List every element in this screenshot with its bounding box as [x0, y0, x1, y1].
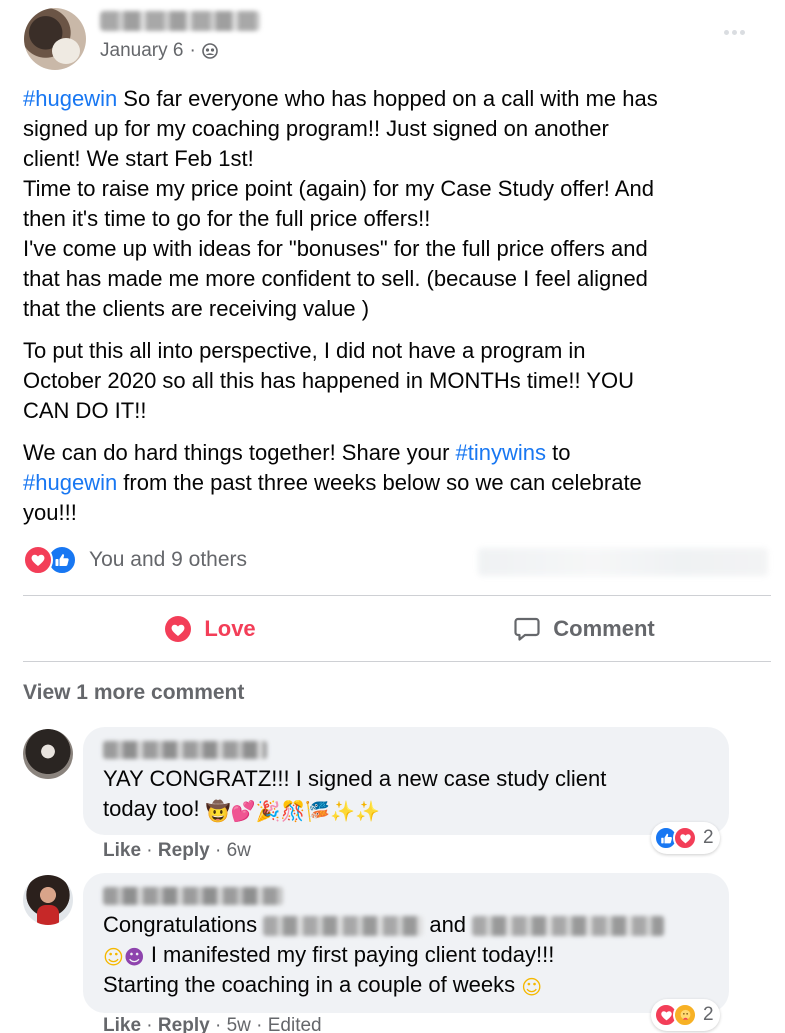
commenter-avatar[interactable] [23, 729, 73, 779]
comment-like-link[interactable]: Like [103, 1015, 141, 1033]
comment-reaction-count: 2 [703, 1004, 714, 1025]
mention-redacted[interactable] [263, 916, 424, 937]
comment-meta: Like · Reply · 6w [103, 840, 251, 861]
comment-label: Comment [553, 616, 655, 641]
comment-reaction-count: 2 [703, 827, 714, 848]
meta-separator: · [189, 40, 196, 61]
love-reaction-icon [673, 826, 697, 850]
comment-meta: Like · Reply · 5w · Edited [103, 1015, 322, 1033]
commenter-avatar[interactable] [23, 875, 73, 925]
comment-line: Congratulations and [103, 910, 665, 940]
post-paragraph-1: #hugewin So far everyone who has hopped … [23, 84, 768, 324]
reactions-summary[interactable]: You and 9 others [23, 545, 247, 575]
comment-text: Congratulations and ☺☻ I manifested my f… [103, 910, 665, 1000]
love-label: Love [204, 616, 256, 641]
carp-streamer-emoji-icon: 🎏 [305, 799, 331, 823]
post-action-bar: Love Comment [23, 597, 771, 661]
hashtag-link[interactable]: #hugewin [23, 470, 117, 495]
post-text-line: We can do hard things together! Share yo… [23, 440, 456, 465]
comment-edited-label[interactable]: Edited [268, 1015, 322, 1033]
comment-reply-link[interactable]: Reply [158, 1015, 210, 1033]
post-text-line: I've come up with ideas for "bonuses" fo… [23, 236, 648, 261]
post-meta: January 6 · [100, 40, 218, 62]
party-popper-emoji-icon: 🎉 [255, 799, 281, 823]
comment-time[interactable]: 5w [227, 1015, 251, 1033]
divider [23, 661, 771, 662]
group-icon[interactable] [201, 43, 218, 59]
comment-line-text: I manifested my first paying client toda… [144, 942, 555, 967]
post-text-line: So far everyone who has hopped on a call… [117, 86, 658, 111]
slightly-smiling-face-emoji-icon: ☺ [521, 975, 543, 999]
post-body: #hugewin So far everyone who has hopped … [23, 84, 768, 540]
post-text-line: client! We start Feb 1st! [23, 146, 254, 171]
divider [23, 595, 771, 596]
comments-shares-count-redacted[interactable] [478, 548, 768, 576]
reaction-count-text[interactable]: You and 9 others [89, 548, 247, 572]
post-paragraph-2: To put this all into perspective, I did … [23, 336, 768, 426]
comment-line: today too! 🤠💕🎉🎊🎏✨✨ [103, 794, 606, 824]
author-name-redacted[interactable] [100, 11, 260, 31]
sparkles-emoji-icon: ✨ [330, 799, 356, 823]
author-avatar[interactable] [24, 8, 86, 70]
post-text-line: signed up for my coaching program!! Just… [23, 116, 609, 141]
partying-face-emoji-icon: ☺ [103, 945, 124, 969]
confetti-ball-emoji-icon: 🎊 [280, 799, 306, 823]
cowboy-emoji-icon: 🤠 [205, 799, 231, 823]
post-text-line: To put this all into perspective, I did … [23, 338, 586, 363]
star-struck-emoji-icon: ☻ [123, 945, 145, 969]
sparkles-emoji-icon: ✨ [355, 799, 381, 823]
comment-like-link[interactable]: Like [103, 840, 141, 861]
post-text-line: from the past three weeks below so we ca… [117, 470, 642, 495]
comment-bubble: Congratulations and ☺☻ I manifested my f… [83, 873, 729, 1013]
comment-line-text: and [423, 912, 473, 937]
comment-text: YAY CONGRATZ!!! I signed a new case stud… [103, 764, 606, 824]
post-text-line: that the clients are receiving value ) [23, 296, 370, 321]
post-text-line: Time to raise my price point (again) for… [23, 176, 654, 201]
post-text-line: then it's time to go for the full price … [23, 206, 431, 231]
post-date[interactable]: January 6 [100, 40, 183, 62]
post-text-line: to [546, 440, 571, 465]
comment-reactions[interactable]: 2 [651, 999, 720, 1031]
comment-line-text: Congratulations [103, 912, 264, 937]
comment-icon [514, 617, 540, 641]
more-options-icon[interactable] [724, 30, 745, 35]
comment-time[interactable]: 6w [227, 840, 251, 861]
commenter-name-redacted[interactable] [103, 887, 283, 905]
post-paragraph-3: We can do hard things together! Share yo… [23, 438, 768, 528]
comment-line-text: Starting the coaching in a couple of wee… [103, 972, 522, 997]
hashtag-link[interactable]: #tinywins [456, 440, 546, 465]
post-text-line: that has made me more confident to sell.… [23, 266, 648, 291]
mention-redacted[interactable] [472, 916, 665, 937]
care-reaction-icon [673, 1003, 697, 1027]
comment-reply-link[interactable]: Reply [158, 840, 210, 861]
hashtag-link[interactable]: #hugewin [23, 86, 117, 111]
commenter-name-redacted[interactable] [103, 741, 267, 759]
view-more-comments-link[interactable]: View 1 more comment [23, 681, 244, 705]
comment-bubble: YAY CONGRATZ!!! I signed a new case stud… [83, 727, 729, 835]
comment-line: YAY CONGRATZ!!! I signed a new case stud… [103, 766, 607, 791]
post-text-line: CAN DO IT!! [23, 398, 147, 423]
comment-line: Starting the coaching in a couple of wee… [103, 970, 664, 1000]
comment-button[interactable]: Comment [397, 597, 771, 661]
comment-reactions[interactable]: 2 [651, 822, 720, 854]
post-text-line: October 2020 so all this has happened in… [23, 368, 634, 393]
comment-line: ☺☻ I manifested my first paying client t… [103, 940, 664, 970]
comment-line-text: today too! [103, 796, 206, 821]
love-reaction-icon [23, 545, 53, 575]
love-button[interactable]: Love [23, 597, 397, 661]
post-text-line: you!!! [23, 500, 77, 525]
love-icon [165, 616, 192, 642]
facebook-post: January 6 · #hugewin So far everyone who… [0, 0, 785, 1033]
two-hearts-emoji-icon: 💕 [230, 799, 256, 823]
